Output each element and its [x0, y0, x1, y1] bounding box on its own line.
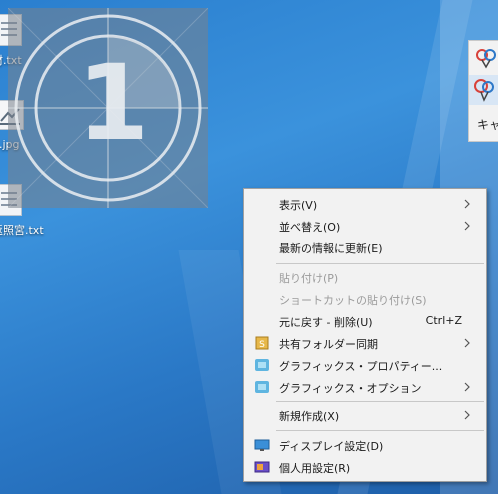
menu-item-label: 新規作成(X) [279, 410, 340, 423]
chevron-right-icon [464, 338, 470, 348]
mini-menu-item[interactable] [469, 43, 498, 73]
intel-graphics-icon [255, 381, 269, 393]
menu-item-label: 個人用設定(R) [279, 462, 351, 475]
menu-item-label: ショートカットの貼り付け(S) [279, 294, 427, 307]
personalize-icon [254, 461, 270, 473]
menu-item-label: グラフィックス・プロパティー... [279, 360, 443, 373]
menu-item-label: 最新の情報に更新(E) [279, 242, 383, 255]
snipping-tool-icon [476, 49, 496, 69]
intel-graphics-icon [255, 359, 269, 371]
countdown-digit: 1 [76, 42, 150, 164]
mini-menu: キャ [468, 40, 498, 142]
menu-item-view[interactable]: 表示(V) [244, 194, 486, 215]
menu-item-paste-shortcut[interactable]: ショートカットの貼り付け(S) [244, 289, 486, 310]
chevron-right-icon [464, 221, 470, 231]
menu-item-label: 元に戻す - 削除(U) [279, 316, 373, 329]
display-icon [254, 439, 270, 451]
menu-item-label: 表示(V) [279, 199, 318, 212]
mini-menu-label: キャ [477, 118, 498, 132]
menu-item-refresh[interactable]: 最新の情報に更新(E) [244, 237, 486, 258]
countdown-overlay: 1 [8, 8, 208, 208]
menu-item-shared-folder-sync[interactable]: S 共有フォルダー同期 [244, 333, 486, 354]
mini-menu-item[interactable] [469, 75, 498, 105]
menu-item-graphics-properties[interactable]: グラフィックス・プロパティー... [244, 355, 486, 376]
menu-item-display-settings[interactable]: ディスプレイ設定(D) [244, 435, 486, 456]
menu-item-graphics-options[interactable]: グラフィックス・オプション [244, 377, 486, 398]
menu-item-paste[interactable]: 貼り付け(P) [244, 267, 486, 288]
menu-item-label: 並べ替え(O) [279, 221, 341, 234]
snipping-tool-icon [474, 79, 494, 102]
desktop[interactable]: 材.txt 2.jpg 返照宮.txt 1 [0, 0, 498, 494]
menu-item-shortcut: Ctrl+Z [425, 314, 462, 327]
menu-separator [276, 263, 484, 264]
menu-separator [276, 430, 484, 431]
desktop-icon-label: 返照宮.txt [0, 224, 44, 237]
chevron-right-icon [464, 199, 470, 209]
chevron-right-icon [464, 410, 470, 420]
menu-item-new[interactable]: 新規作成(X) [244, 405, 486, 426]
menu-item-label: グラフィックス・オプション [279, 382, 422, 395]
shared-folder-sync-icon: S [255, 336, 269, 350]
menu-item-sort[interactable]: 並べ替え(O) [244, 216, 486, 237]
menu-item-personalize[interactable]: 個人用設定(R) [244, 457, 486, 478]
menu-item-undo-delete[interactable]: 元に戻す - 削除(U) Ctrl+Z [244, 311, 486, 332]
mini-menu-item[interactable]: キャ [469, 109, 498, 139]
menu-separator [276, 401, 484, 402]
desktop-context-menu: 表示(V) 並べ替え(O) 最新の情報に更新(E) 貼り付け(P) ショートカッ… [243, 188, 487, 482]
svg-text:S: S [259, 340, 265, 350]
menu-item-label: ディスプレイ設定(D) [279, 440, 384, 453]
chevron-right-icon [464, 382, 470, 392]
menu-item-label: 共有フォルダー同期 [279, 338, 378, 351]
menu-item-label: 貼り付け(P) [279, 272, 339, 285]
